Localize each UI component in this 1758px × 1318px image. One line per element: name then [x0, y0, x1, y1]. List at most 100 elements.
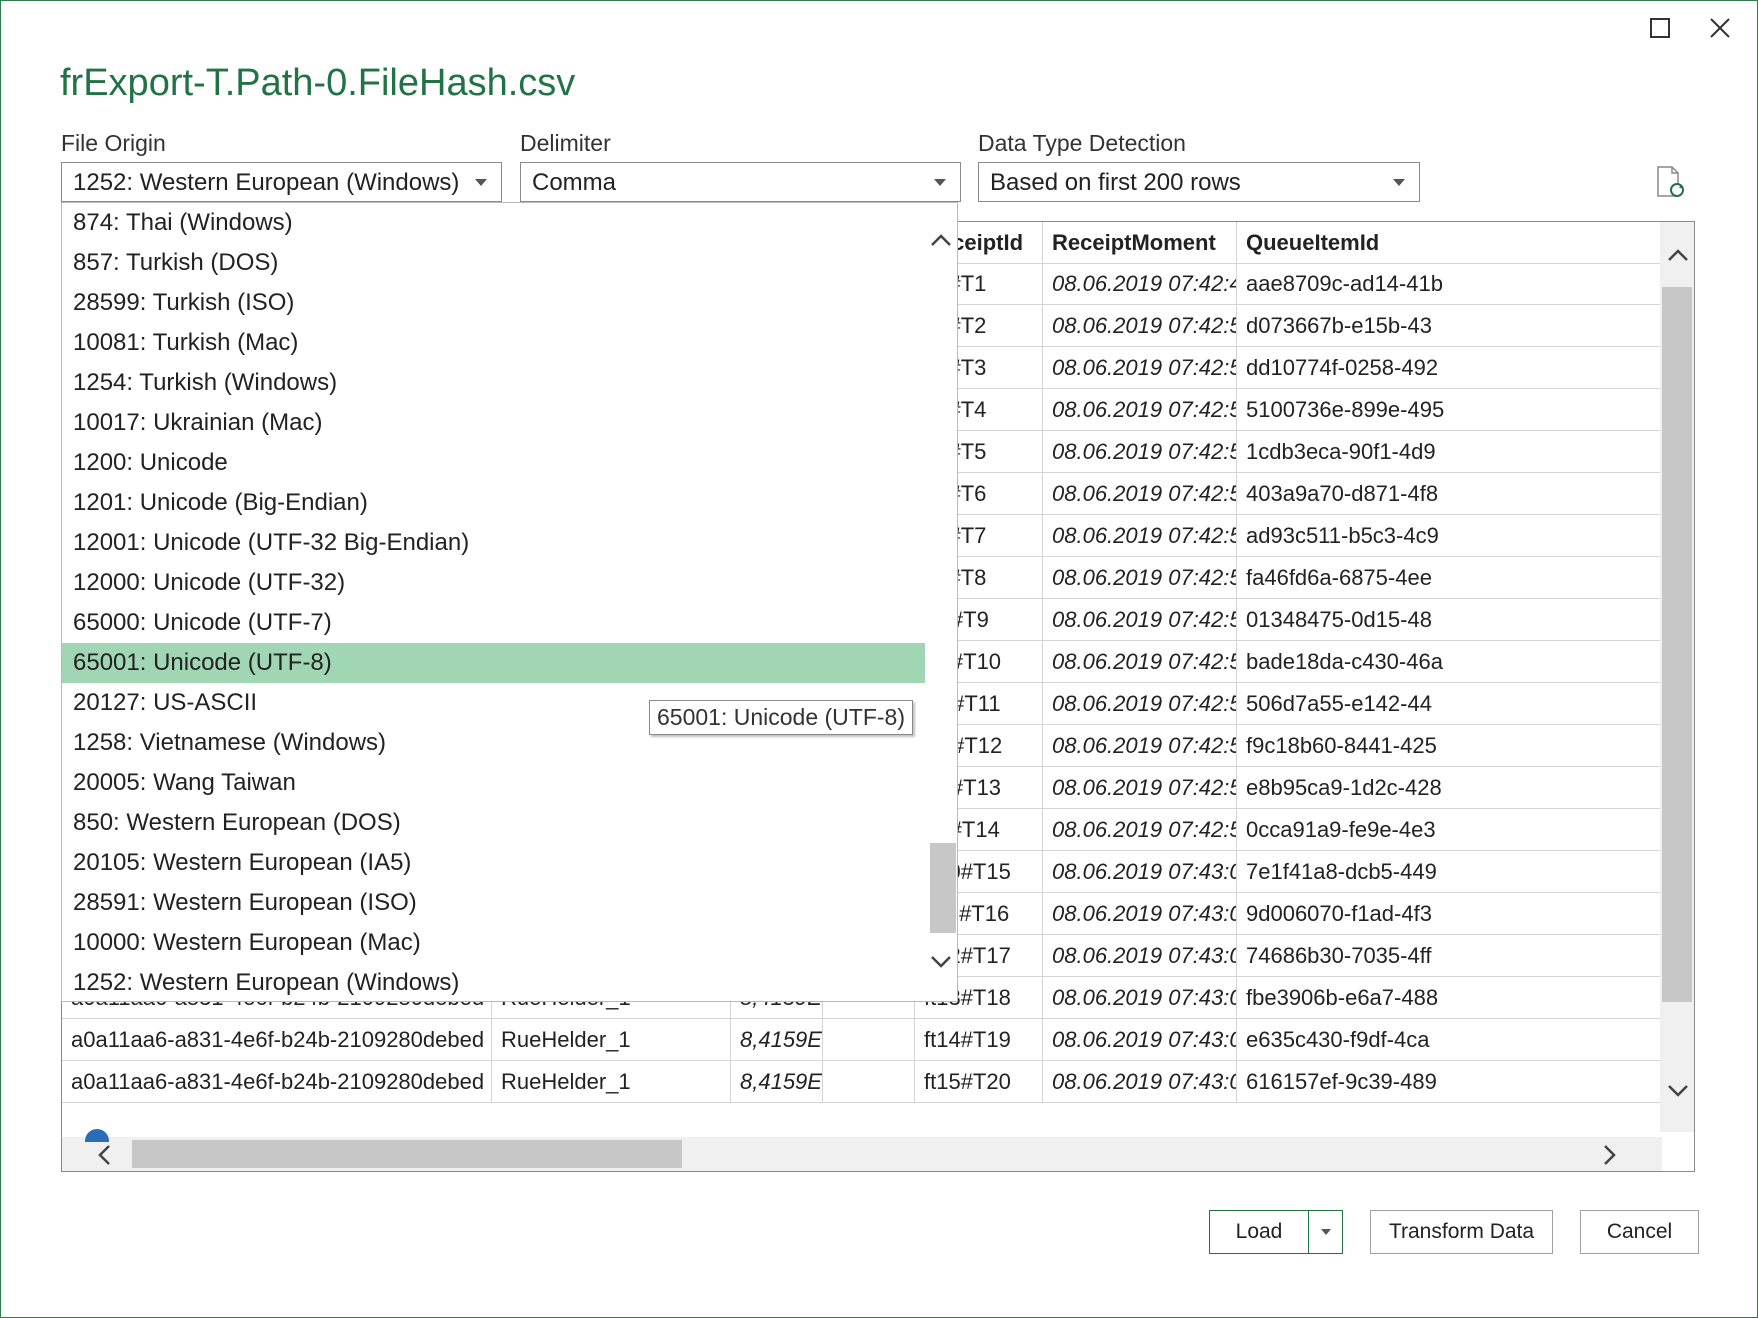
- load-split-button: Load: [1209, 1210, 1343, 1254]
- column-header[interactable]: ReceiptMoment: [1043, 222, 1237, 264]
- table-cell: 08.06.2019 07:43:00: [1043, 851, 1237, 893]
- load-button[interactable]: Load: [1210, 1220, 1308, 1244]
- dropdown-option[interactable]: 10000: Western European (Mac): [62, 923, 927, 963]
- dropdown-option[interactable]: 20005: Wang Taiwan: [62, 763, 927, 803]
- table-cell: ft14#T19: [915, 1019, 1043, 1061]
- chevron-down-icon: [934, 179, 946, 186]
- chevron-down-icon[interactable]: [1667, 1084, 1689, 1098]
- chevron-down-icon: [1393, 179, 1405, 186]
- chevron-up-icon[interactable]: [930, 233, 952, 247]
- table-cell: 0cca91a9-fe9e-4e3: [1237, 809, 1662, 851]
- dropdown-option[interactable]: 12001: Unicode (UTF-32 Big-Endian): [62, 523, 927, 563]
- table-cell: 08.06.2019 07:42:53: [1043, 473, 1237, 515]
- dropdown-option[interactable]: 28591: Western European (ISO): [62, 883, 927, 923]
- table-cell: 08.06.2019 07:42:58: [1043, 725, 1237, 767]
- dropdown-scrollbar[interactable]: [925, 203, 957, 1001]
- chevron-down-icon: [475, 179, 487, 186]
- dropdown-option[interactable]: 65001: Unicode (UTF-8): [62, 643, 927, 683]
- dropdown-option[interactable]: 10081: Turkish (Mac): [62, 323, 927, 363]
- data-type-detection-label: Data Type Detection: [978, 130, 1186, 156]
- table-cell: 08.06.2019 07:42:57: [1043, 683, 1237, 725]
- dropdown-option[interactable]: 1254: Turkish (Windows): [62, 363, 927, 403]
- table-cell: 08.06.2019 07:42:54: [1043, 557, 1237, 599]
- table-cell: 7e1f41a8-dcb5-449: [1237, 851, 1662, 893]
- delimiter-select[interactable]: Comma: [520, 162, 961, 202]
- table-cell: 403a9a70-d871-4f8: [1237, 473, 1662, 515]
- vertical-scrollbar[interactable]: [1660, 222, 1694, 1132]
- delimiter-value: Comma: [532, 169, 617, 196]
- load-options-button[interactable]: [1309, 1211, 1343, 1253]
- table-cell: fa46fd6a-6875-4ee: [1237, 557, 1662, 599]
- table-cell: RueHelder_1: [492, 1061, 731, 1103]
- dropdown-option[interactable]: 1200: Unicode: [62, 443, 927, 483]
- transform-data-button[interactable]: Transform Data: [1370, 1210, 1553, 1254]
- dropdown-option[interactable]: 850: Western European (DOS): [62, 803, 927, 843]
- table-cell: d073667b-e15b-43: [1237, 305, 1662, 347]
- table-cell: bade18da-c430-46a: [1237, 641, 1662, 683]
- table-cell: fbe3906b-e6a7-488: [1237, 977, 1662, 1019]
- maximize-button[interactable]: [1640, 12, 1680, 44]
- table-cell: [823, 1061, 915, 1103]
- table-cell: a0a11aa6-a831-4e6f-b24b-2109280debed: [62, 1019, 492, 1061]
- table-cell: 1cdb3eca-90f1-4d9: [1237, 431, 1662, 473]
- vertical-scroll-thumb[interactable]: [1662, 287, 1692, 1002]
- table-cell: RueHelder_1: [492, 1019, 731, 1061]
- table-cell: ft15#T20: [915, 1061, 1043, 1103]
- table-cell: e8b95ca9-1d2c-428: [1237, 767, 1662, 809]
- dropdown-option[interactable]: 857: Turkish (DOS): [62, 243, 927, 283]
- chevron-down-icon: [1321, 1229, 1331, 1235]
- table-cell: 8,4159E+13: [731, 1061, 823, 1103]
- chevron-right-icon[interactable]: [1602, 1144, 1618, 1166]
- maximize-icon: [1650, 18, 1670, 38]
- close-button[interactable]: [1700, 12, 1740, 44]
- dropdown-option[interactable]: 1201: Unicode (Big-Endian): [62, 483, 927, 523]
- table-cell: 08.06.2019 07:42:55: [1043, 599, 1237, 641]
- data-type-detection-value: Based on first 200 rows: [990, 169, 1241, 196]
- table-cell: 08.06.2019 07:42:52: [1043, 431, 1237, 473]
- table-cell: dd10774f-0258-492: [1237, 347, 1662, 389]
- table-cell: 8,4159E+13: [731, 1019, 823, 1061]
- table-cell: 08.06.2019 07:43:04: [1043, 1061, 1237, 1103]
- table-cell: 08.06.2019 07:42:49: [1043, 263, 1237, 305]
- table-cell: 08.06.2019 07:42:59: [1043, 809, 1237, 851]
- table-cell: e635c430-f9df-4ca: [1237, 1019, 1662, 1061]
- horizontal-scroll-thumb[interactable]: [132, 1140, 682, 1168]
- info-icon: [84, 1128, 110, 1142]
- file-origin-label: File Origin: [61, 130, 166, 156]
- file-origin-dropdown-list: 874: Thai (Windows) 857: Turkish (DOS) 285…: [61, 202, 958, 1002]
- table-cell: aae8709c-ad14-41b: [1237, 263, 1662, 305]
- chevron-left-icon[interactable]: [96, 1144, 112, 1166]
- table-cell: 08.06.2019 07:42:56: [1043, 641, 1237, 683]
- dropdown-option[interactable]: 1252: Western European (Windows): [62, 963, 927, 1001]
- dropdown-scroll-thumb[interactable]: [930, 843, 956, 933]
- table-cell: 08.06.2019 07:42:58: [1043, 767, 1237, 809]
- chevron-down-icon[interactable]: [930, 955, 952, 969]
- dropdown-option[interactable]: 10017: Ukrainian (Mac): [62, 403, 927, 443]
- table-cell: 08.06.2019 07:42:51: [1043, 389, 1237, 431]
- table-cell: f9c18b60-8441-425: [1237, 725, 1662, 767]
- cancel-button[interactable]: Cancel: [1580, 1210, 1699, 1254]
- table-cell: 08.06.2019 07:43:03: [1043, 977, 1237, 1019]
- dropdown-option[interactable]: 874: Thai (Windows): [62, 203, 927, 243]
- table-cell: [823, 1019, 915, 1061]
- file-origin-select[interactable]: 1252: Western European (Windows): [61, 162, 502, 202]
- dropdown-option[interactable]: 65000: Unicode (UTF-7): [62, 603, 927, 643]
- dropdown-option[interactable]: 12000: Unicode (UTF-32): [62, 563, 927, 603]
- close-icon: [1710, 18, 1730, 38]
- file-origin-value: 1252: Western European (Windows): [73, 169, 460, 196]
- dropdown-option[interactable]: 28599: Turkish (ISO): [62, 283, 927, 323]
- table-cell: 08.06.2019 07:43:02: [1043, 935, 1237, 977]
- column-header[interactable]: QueueItemId: [1237, 222, 1662, 264]
- data-type-detection-select[interactable]: Based on first 200 rows: [978, 162, 1420, 202]
- table-cell: 08.06.2019 07:43:03: [1043, 1019, 1237, 1061]
- chevron-up-icon[interactable]: [1667, 248, 1689, 262]
- table-cell: 9d006070-f1ad-4f3: [1237, 893, 1662, 935]
- table-cell: 616157ef-9c39-489: [1237, 1061, 1662, 1103]
- table-cell: ad93c511-b5c3-4c9: [1237, 515, 1662, 557]
- refresh-icon[interactable]: [1656, 166, 1686, 200]
- horizontal-scrollbar[interactable]: [62, 1137, 1662, 1171]
- table-cell: 506d7a55-e142-44: [1237, 683, 1662, 725]
- table-cell: a0a11aa6-a831-4e6f-b24b-2109280debed: [62, 1061, 492, 1103]
- delimiter-label: Delimiter: [520, 130, 611, 156]
- dropdown-option[interactable]: 20105: Western European (IA5): [62, 843, 927, 883]
